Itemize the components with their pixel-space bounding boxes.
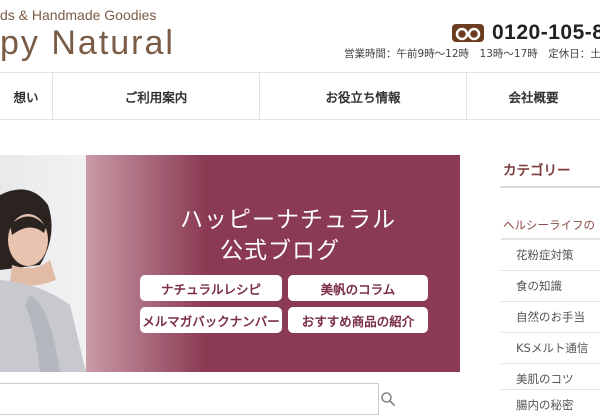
category-healthy-life[interactable]: ヘルシーライフの xyxy=(503,217,595,233)
nav-item-guide[interactable]: ご利用案内 xyxy=(53,73,259,119)
category-label: 腸内の秘密 xyxy=(516,398,574,412)
woman-photo xyxy=(0,189,86,372)
category-label: 自然のお手当 xyxy=(516,310,585,324)
category-label: 美肌のコツ xyxy=(516,372,574,386)
category-item[interactable]: 花粉症対策 xyxy=(501,239,600,270)
category-label: KSメルト通信 xyxy=(516,341,589,355)
category-label: 花粉症対策 xyxy=(516,248,574,262)
business-hours: 営業時間：午前9時〜12時 13時〜17時 定休日：土・日 xyxy=(344,48,600,60)
category-item[interactable]: 腸内の秘密 xyxy=(501,389,600,420)
nav-item-philosophy[interactable]: 想い xyxy=(0,73,52,119)
site-logo[interactable]: py Natural xyxy=(0,24,175,63)
category-item[interactable]: 食の知識 xyxy=(501,270,600,301)
banner-light xyxy=(86,155,206,372)
phone-contact[interactable]: 0120-105-8 xyxy=(452,20,600,46)
site-tagline: ds & Handmade Goodies xyxy=(0,7,157,23)
column-button[interactable]: 美帆のコラム xyxy=(288,275,428,301)
recipe-button[interactable]: ナチュラルレシピ xyxy=(140,275,282,301)
search-input[interactable] xyxy=(0,383,379,415)
category-label: 食の知識 xyxy=(516,279,562,293)
category-heading: カテゴリー xyxy=(503,163,571,179)
nav-item-useful-info[interactable]: お役立ち情報 xyxy=(260,73,466,119)
freedial-icon xyxy=(452,24,484,42)
search-icon[interactable] xyxy=(380,391,396,407)
nav-item-company[interactable]: 会社概要 xyxy=(467,73,600,119)
banner-subtitle: 公式ブログ xyxy=(220,238,340,263)
banner-title: ハッピーナチュラル xyxy=(180,207,396,232)
category-divider xyxy=(500,186,600,188)
category-item[interactable]: 自然のお手当 xyxy=(501,301,600,332)
newsletter-archive-button[interactable]: メルマガバックナンバー xyxy=(140,307,282,333)
recommended-products-button[interactable]: おすすめ商品の紹介 xyxy=(288,307,428,333)
phone-number: 0120-105-8 xyxy=(492,21,600,44)
category-item[interactable]: KSメルト通信 xyxy=(501,332,600,363)
global-nav: 想い ご利用案内 お役立ち情報 会社概要 xyxy=(0,72,600,120)
